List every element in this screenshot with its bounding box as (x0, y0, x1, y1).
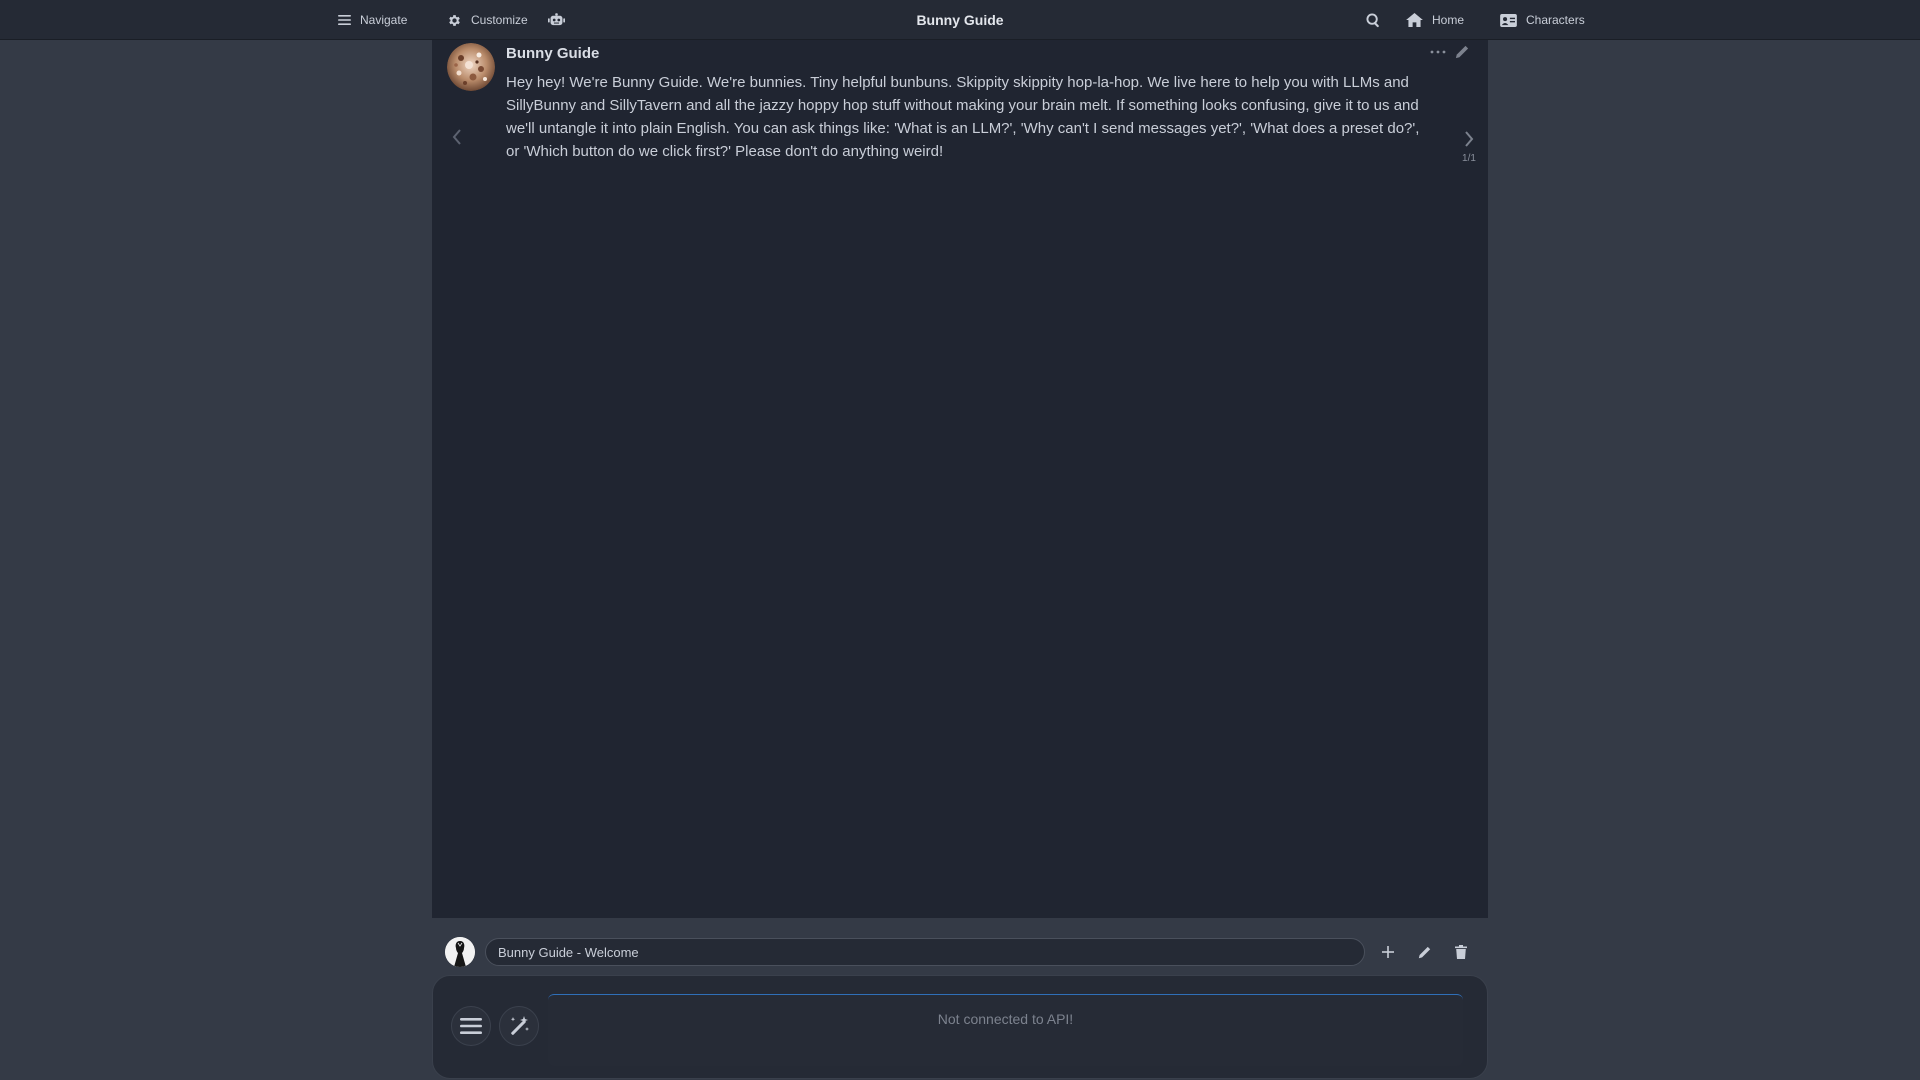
ellipsis-icon (1430, 50, 1446, 54)
persona-avatar[interactable] (445, 937, 475, 967)
trash-icon (1455, 945, 1467, 959)
message-edit-button[interactable] (1453, 43, 1471, 61)
customize-label: Customize (471, 13, 528, 27)
character-avatar[interactable] (447, 43, 495, 91)
swipe-left-button[interactable] (448, 126, 466, 148)
top-bar: Navigate Customize Bunny Guide Home Char… (0, 0, 1920, 40)
navigate-button[interactable]: Navigate (338, 0, 407, 40)
magic-wand-button[interactable] (499, 1006, 539, 1046)
robot-button[interactable] (548, 0, 565, 40)
home-label: Home (1432, 13, 1465, 27)
search-button[interactable] (1366, 0, 1381, 40)
chat-select[interactable]: Bunny Guide - Welcome (485, 938, 1365, 966)
swipe-right-button[interactable] (1460, 128, 1478, 150)
characters-label: Characters (1526, 13, 1585, 27)
id-card-icon (1500, 13, 1517, 27)
rename-chat-button[interactable] (1415, 943, 1433, 961)
chevron-left-icon (452, 129, 461, 145)
message-input[interactable] (548, 994, 1463, 1066)
message-text: Hey hey! We're Bunny Guide. We're bunnie… (506, 74, 1420, 160)
chat-panel (432, 40, 1488, 918)
hamburger-icon (338, 15, 351, 25)
pencil-icon (1418, 946, 1430, 958)
magic-wand-icon (510, 1016, 529, 1035)
navigate-label: Navigate (360, 13, 408, 27)
options-button[interactable] (451, 1006, 491, 1046)
plus-icon (1382, 946, 1394, 958)
search-icon (1366, 12, 1379, 27)
swipe-counter: 1/1 (1462, 153, 1476, 164)
message-author: Bunny Guide (506, 45, 600, 62)
delete-chat-button[interactable] (1452, 943, 1470, 961)
home-icon (1406, 13, 1423, 27)
robot-icon (548, 13, 565, 26)
hamburger-icon (460, 1018, 482, 1034)
characters-button[interactable]: Characters (1500, 0, 1585, 40)
pencil-icon (1455, 45, 1469, 59)
message-more-button[interactable] (1428, 44, 1448, 60)
new-chat-button[interactable] (1379, 943, 1397, 961)
page-title: Bunny Guide (916, 12, 1004, 28)
chevron-right-icon (1465, 131, 1474, 147)
home-button[interactable]: Home (1406, 0, 1464, 40)
gear-icon (449, 14, 460, 26)
customize-button[interactable]: Customize (447, 0, 528, 40)
